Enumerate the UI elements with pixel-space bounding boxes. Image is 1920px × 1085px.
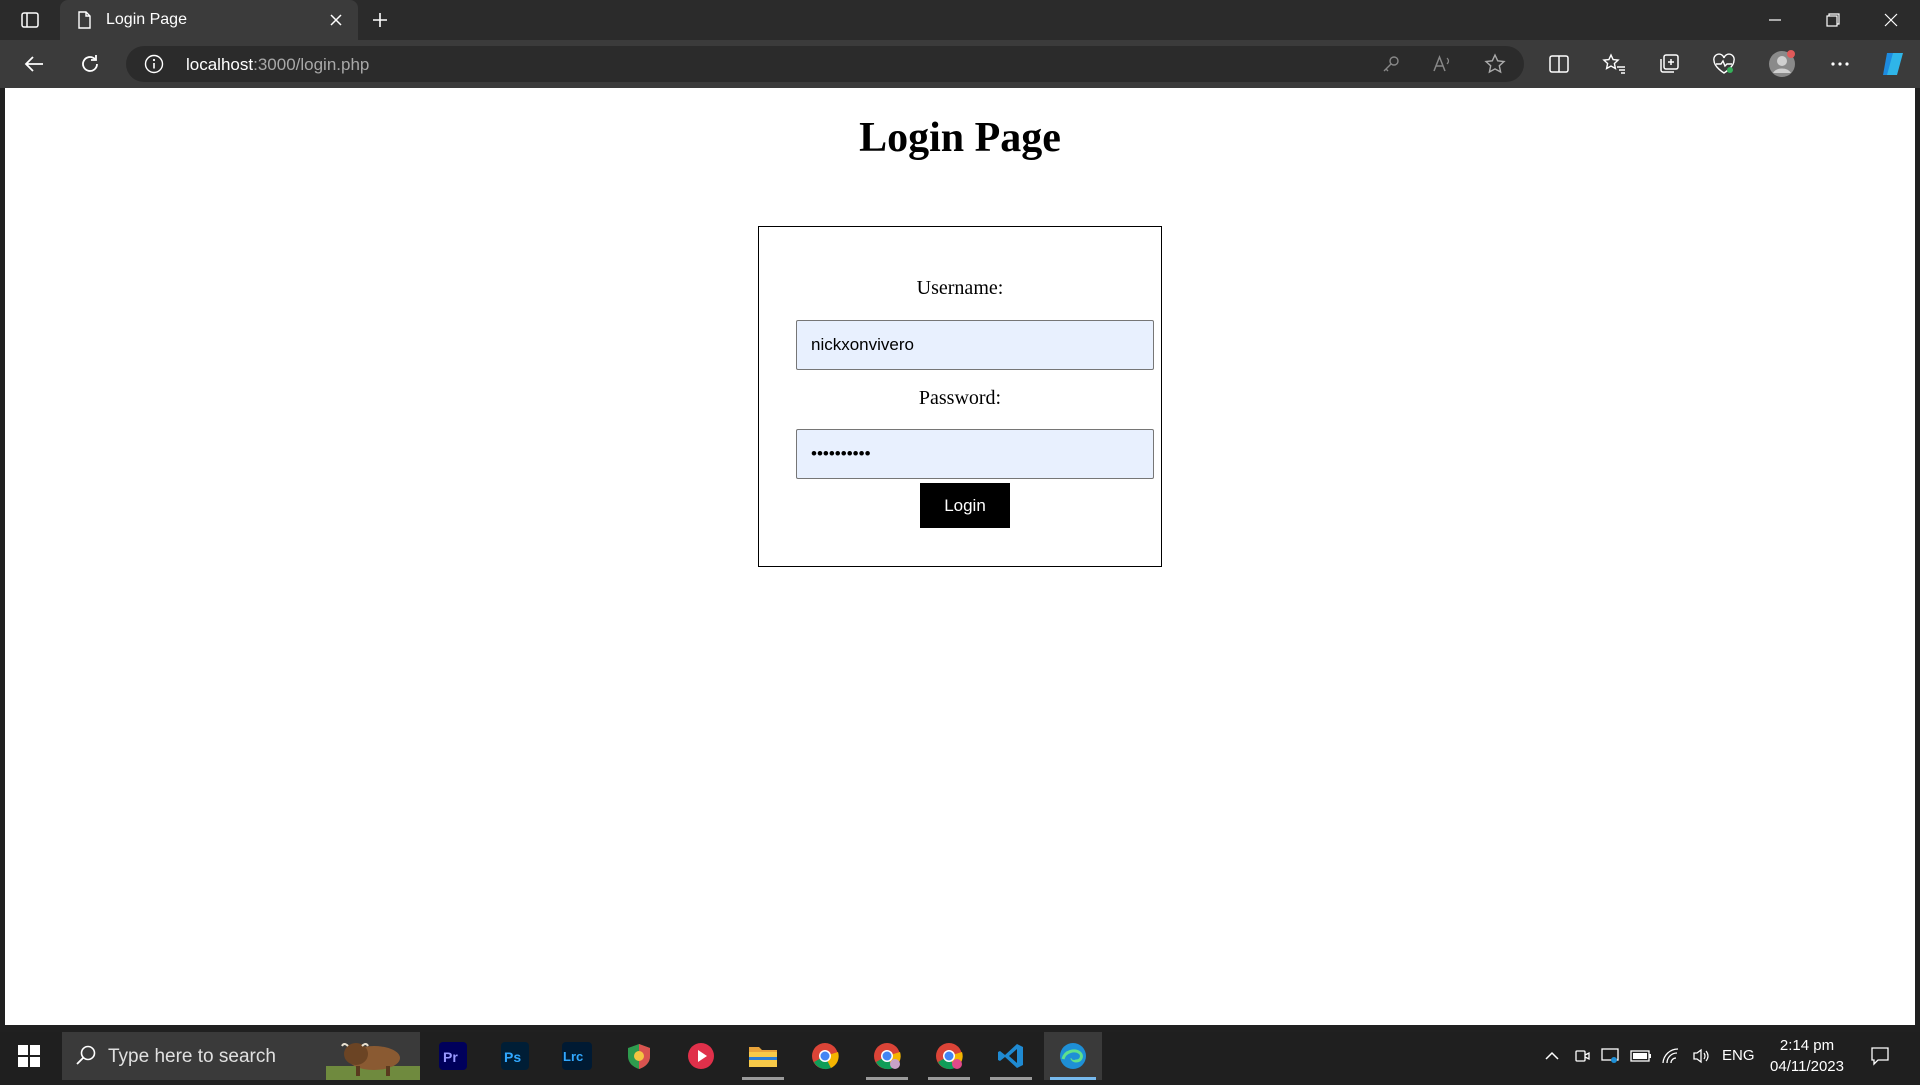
volume-icon[interactable] xyxy=(1688,1032,1714,1080)
tab-actions-icon[interactable] xyxy=(16,8,44,32)
profile-avatar[interactable] xyxy=(1764,48,1800,80)
search-highlight-bison-icon xyxy=(326,1032,420,1080)
password-label: Password: xyxy=(918,387,1002,409)
windows-taskbar: Type here to search Pr Ps Lrc ENG 2:14 p… xyxy=(0,1032,1920,1080)
tab-title: Login Page xyxy=(106,11,187,28)
security-app-icon[interactable] xyxy=(610,1032,668,1080)
svg-text:Pr: Pr xyxy=(443,1049,458,1065)
wifi-icon[interactable] xyxy=(1658,1032,1684,1080)
more-options-icon[interactable] xyxy=(1822,48,1858,80)
page-icon xyxy=(74,10,94,30)
login-button[interactable]: Login xyxy=(920,483,1010,528)
photoshop-icon[interactable]: Ps xyxy=(486,1032,544,1080)
chrome-profile-1-icon[interactable] xyxy=(858,1032,916,1080)
media-player-icon[interactable] xyxy=(672,1032,730,1080)
browser-essentials-icon[interactable] xyxy=(1706,48,1742,80)
login-form: Username: Password: Login xyxy=(758,226,1162,567)
clock-time: 2:14 pm xyxy=(1779,1037,1835,1054)
search-icon xyxy=(74,1044,98,1068)
lightroom-classic-icon[interactable]: Lrc xyxy=(548,1032,606,1080)
file-explorer-icon[interactable] xyxy=(734,1032,792,1080)
browser-titlebar: Login Page xyxy=(0,0,1920,40)
favorites-icon[interactable] xyxy=(1596,48,1632,80)
battery-icon[interactable] xyxy=(1628,1032,1654,1080)
minimize-button[interactable] xyxy=(1746,0,1804,40)
notifications-icon[interactable] xyxy=(1862,1032,1898,1080)
collections-icon[interactable] xyxy=(1651,48,1687,80)
username-label: Username: xyxy=(916,277,1004,299)
page-viewport: Login Page Username: Password: Login xyxy=(5,88,1915,1025)
read-aloud-icon[interactable] xyxy=(1430,52,1456,76)
new-tab-button[interactable] xyxy=(366,6,394,34)
clock-date: 04/11/2023 xyxy=(1770,1058,1844,1075)
show-hidden-icons-chevron-icon[interactable] xyxy=(1538,1032,1566,1080)
language-indicator[interactable]: ENG xyxy=(1722,1047,1755,1064)
windows-start-icon[interactable] xyxy=(0,1032,58,1080)
tab-login-page[interactable]: Login Page xyxy=(60,0,358,40)
copilot-icon[interactable] xyxy=(1876,48,1912,80)
chrome-icon[interactable] xyxy=(796,1032,854,1080)
display-icon[interactable] xyxy=(1598,1032,1622,1080)
taskbar-clock[interactable]: 2:14 pm 04/11/2023 xyxy=(1766,1035,1848,1077)
vscode-icon[interactable] xyxy=(982,1032,1040,1080)
url-host: localhost xyxy=(186,55,254,74)
close-tab-icon[interactable] xyxy=(326,10,346,30)
password-key-icon[interactable] xyxy=(1378,52,1404,76)
password-input[interactable] xyxy=(796,429,1154,479)
browser-toolbar: localhost:3000/login.php xyxy=(0,40,1920,88)
restore-button[interactable] xyxy=(1804,0,1862,40)
meet-now-icon[interactable] xyxy=(1570,1032,1594,1080)
svg-text:Lrc: Lrc xyxy=(563,1049,583,1064)
site-info-icon[interactable] xyxy=(144,54,164,74)
edge-icon[interactable] xyxy=(1044,1032,1102,1080)
search-placeholder: Type here to search xyxy=(108,1046,276,1067)
taskbar-search-box[interactable]: Type here to search xyxy=(62,1032,420,1080)
refresh-icon[interactable] xyxy=(72,48,108,80)
split-screen-icon[interactable] xyxy=(1541,48,1577,80)
favorite-star-icon[interactable] xyxy=(1482,52,1508,76)
back-arrow-icon[interactable] xyxy=(16,48,52,80)
address-bar[interactable]: localhost:3000/login.php xyxy=(126,46,1524,82)
url-path: :3000/login.php xyxy=(253,55,370,74)
close-window-button[interactable] xyxy=(1862,0,1920,40)
url-text[interactable]: localhost:3000/login.php xyxy=(186,55,369,75)
premiere-pro-icon[interactable]: Pr xyxy=(424,1032,482,1080)
chrome-profile-2-icon[interactable] xyxy=(920,1032,978,1080)
username-input[interactable] xyxy=(796,320,1154,370)
svg-text:Ps: Ps xyxy=(504,1049,521,1065)
page-title: Login Page xyxy=(859,115,1061,161)
